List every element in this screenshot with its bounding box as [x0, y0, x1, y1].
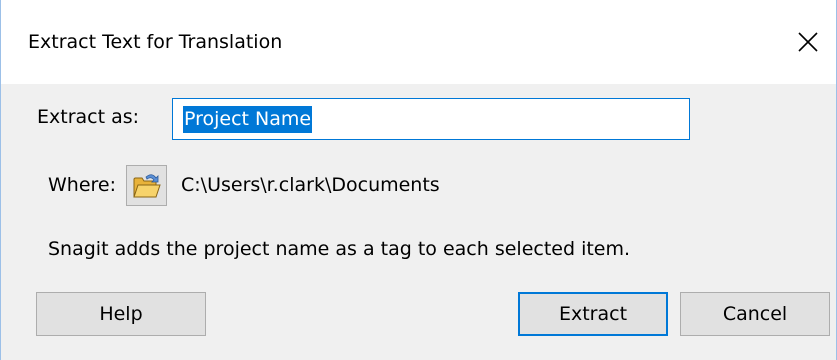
- cancel-button[interactable]: Cancel: [680, 292, 830, 336]
- extract-button[interactable]: Extract: [518, 292, 668, 336]
- where-path: C:\Users\r.clark\Documents: [181, 174, 440, 196]
- extract-as-input[interactable]: Project Name: [172, 98, 690, 140]
- browse-folder-button[interactable]: [126, 165, 167, 206]
- title-bar: Extract Text for Translation: [1, 0, 836, 84]
- extract-as-value[interactable]: Project Name: [183, 105, 313, 133]
- folder-icon: [132, 173, 161, 197]
- extract-as-label: Extract as:: [37, 106, 140, 128]
- dialog-title: Extract Text for Translation: [28, 31, 283, 53]
- close-icon: [798, 32, 818, 52]
- close-button[interactable]: [780, 16, 836, 68]
- info-text: Snagit adds the project name as a tag to…: [48, 238, 631, 260]
- help-button[interactable]: Help: [36, 292, 206, 336]
- extract-text-dialog: Extract Text for Translation Extract as:…: [0, 0, 837, 360]
- where-label: Where:: [48, 174, 117, 196]
